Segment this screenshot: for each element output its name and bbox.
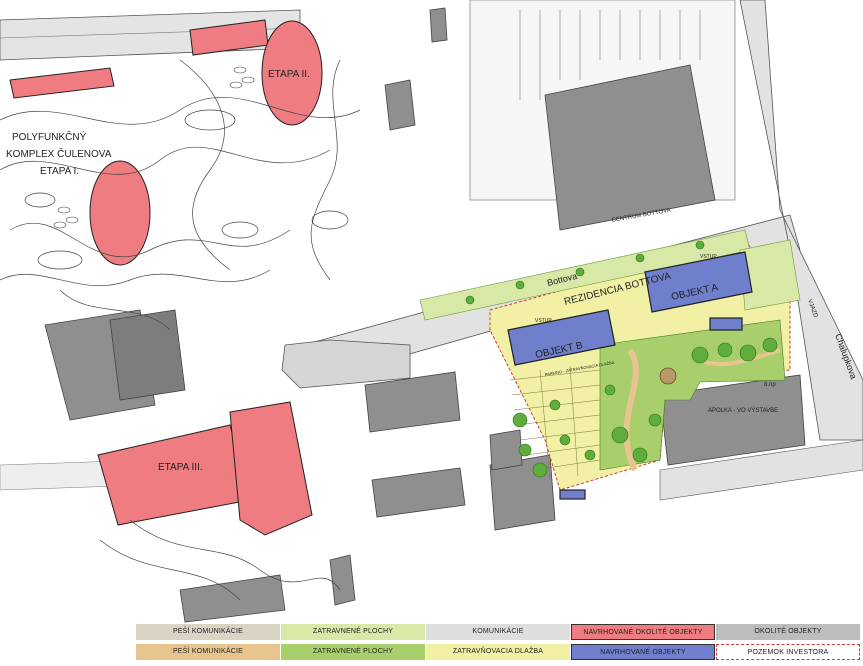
- label-complex-line1: POLYFUNKČNÝ: [12, 130, 87, 143]
- legend-item: ZATRAVNENÉ PLOCHY: [281, 624, 425, 640]
- label-complex-line2: KOMPLEX ČULENOVA: [6, 147, 112, 160]
- legend-item: OKOLITÉ OBJEKTY: [716, 624, 860, 640]
- legend-item: POZEMOK INVESTORA: [716, 644, 860, 660]
- label-vstup-a: VSTUP: [700, 254, 717, 260]
- legend-item: ZATRAVŇOVACIA DLAŽBA: [426, 644, 570, 660]
- legend-item: NAVRHOVANÉ OKOLITÉ OBJEKTY: [571, 624, 715, 640]
- label-etapa-3: ETAPA III.: [158, 462, 203, 473]
- site-plan: ETAPA II. POLYFUNKČNÝ KOMPLEX ČULENOVA E…: [0, 0, 863, 666]
- site-plan-map: ETAPA II. POLYFUNKČNÝ KOMPLEX ČULENOVA E…: [0, 0, 863, 623]
- legend-item: PEŠÍ KOMUNIKÁCIE: [136, 644, 280, 660]
- legend-item: KOMUNIKÁCIE: [426, 624, 570, 640]
- legend: PEŠÍ KOMUNIKÁCIE ZATRAVNENÉ PLOCHY KOMUNIK…: [136, 624, 860, 660]
- park-decorations: [53, 66, 255, 229]
- label-vstup-b: VSTUP: [535, 318, 552, 324]
- legend-item: ZATRAVNENÉ PLOCHY: [281, 644, 425, 660]
- label-etapa-1: ETAPA I.: [40, 166, 79, 177]
- proposed-surrounding-buildings: [9, 19, 323, 536]
- label-floors: 8.np: [764, 382, 776, 388]
- label-etapa-2: ETAPA II.: [268, 69, 310, 80]
- label-apolka: APOLKA - VO VÝSTAVBE: [708, 407, 778, 414]
- playground: [659, 367, 677, 385]
- legend-item: PEŠÍ KOMUNIKÁCIE: [136, 624, 280, 640]
- legend-item: NAVRHOVANÉ OBJEKTY: [571, 644, 715, 660]
